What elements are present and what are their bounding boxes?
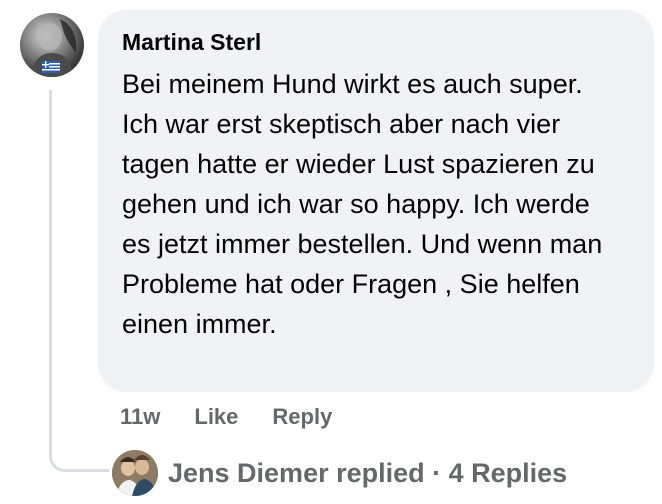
view-replies-link[interactable]: Jens Diemer replied · 4 Replies — [112, 448, 567, 498]
profile-photo-icon — [30, 19, 77, 77]
comment-thread: Martina Sterl Bei meinem Hund wirkt es a… — [0, 0, 662, 504]
comment-timestamp[interactable]: 11w — [120, 404, 160, 430]
replies-summary[interactable]: Jens Diemer replied · 4 Replies — [168, 458, 567, 489]
profile-photo-icon — [112, 450, 158, 496]
comment-bubble: Martina Sterl Bei meinem Hund wirkt es a… — [98, 10, 654, 392]
comment-text: Bei meinem Hund wirkt es auch super. Ich… — [122, 69, 603, 339]
comment-actions: 11w Like Reply — [120, 404, 332, 430]
like-button[interactable]: Like — [194, 404, 238, 430]
greek-flag-icon — [42, 61, 60, 73]
replier-avatar — [112, 450, 158, 496]
comment-author[interactable]: Martina Sterl — [122, 26, 632, 58]
commenter-avatar[interactable] — [20, 13, 84, 77]
reply-button[interactable]: Reply — [272, 404, 332, 430]
